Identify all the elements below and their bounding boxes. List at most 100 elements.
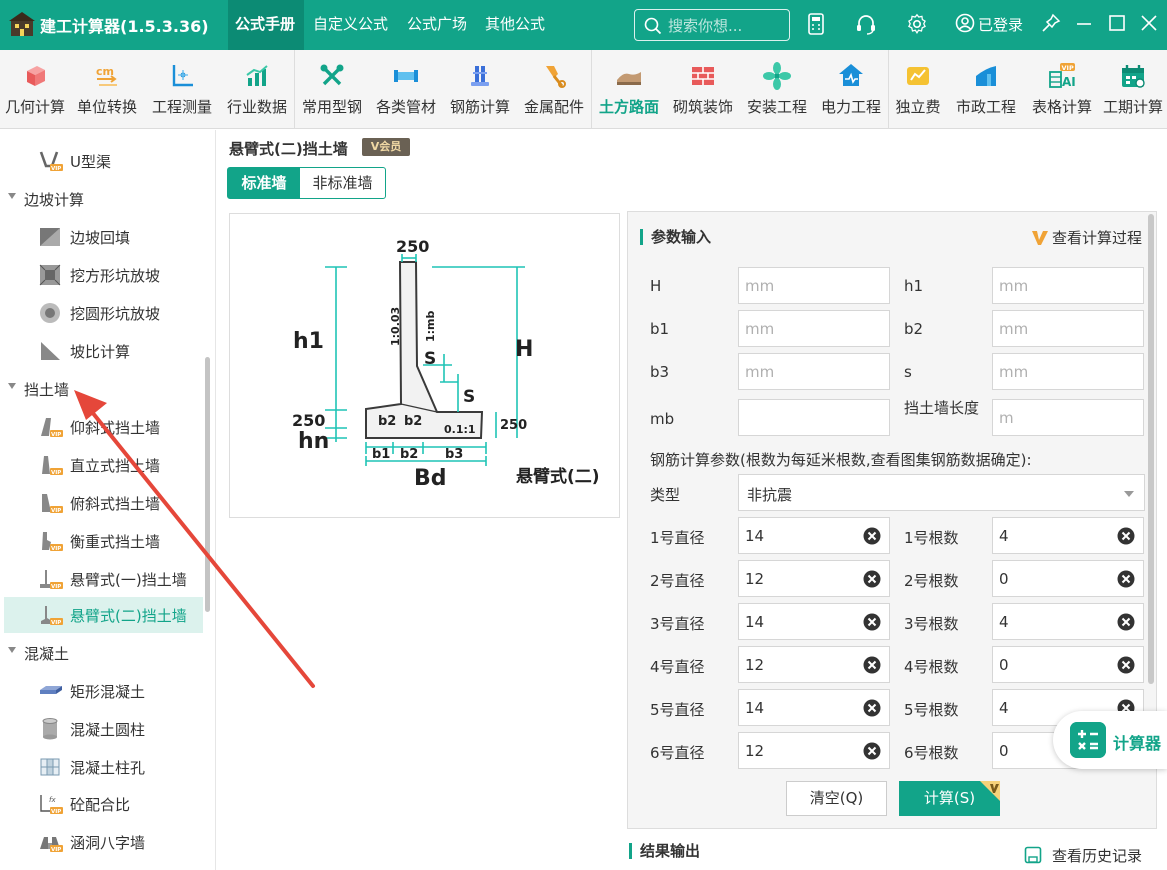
clear-input-icon[interactable] (1117, 570, 1135, 588)
clear-input-icon[interactable] (863, 656, 881, 674)
tool-label: 常用型钢 (301, 98, 362, 116)
dim-s1: S (424, 349, 436, 369)
tool-municipal[interactable]: 市政工程 (947, 50, 1025, 129)
sidebar-item-cantilever-wall-2[interactable]: VIP 悬臂式(二)挡土墙 (4, 597, 203, 633)
clear-button[interactable]: 清空(Q) (786, 781, 887, 816)
tab-formula-square[interactable]: 公式广场 (407, 13, 467, 34)
close-icon[interactable] (1140, 13, 1158, 33)
sidebar-item-u-channel[interactable]: VIP U型渠 (0, 143, 204, 179)
wall-vip-icon: VIP (40, 570, 63, 590)
search-input[interactable] (668, 15, 784, 36)
input-b3[interactable] (738, 353, 890, 390)
tool-label: 各类管材 (375, 98, 436, 116)
pin-icon[interactable] (1041, 13, 1061, 33)
sidebar-item-rect-concrete[interactable]: 矩形混凝土 (0, 673, 204, 709)
clear-input-icon[interactable] (1117, 527, 1135, 545)
user-icon (955, 13, 975, 33)
tool-independent-fee[interactable]: 独立费 (889, 50, 947, 129)
tool-industry-data[interactable]: 行业数据 (220, 50, 294, 129)
sidebar-item-slope-ratio[interactable]: 坡比计算 (0, 333, 204, 369)
wall-vip-icon: VIP (41, 418, 63, 438)
input-b2[interactable] (992, 310, 1144, 347)
maximize-icon[interactable] (1108, 13, 1126, 33)
label-mb: mb (650, 410, 675, 428)
pipe-icon (394, 70, 418, 82)
tool-unit-convert[interactable]: cm 单位转换 (70, 50, 144, 129)
sidebar-item-concrete-column-hole[interactable]: 混凝土柱孔 (0, 749, 204, 785)
clear-input-icon[interactable] (1117, 656, 1135, 674)
floating-calculator-button[interactable]: 计算器 (1053, 711, 1167, 769)
title-bar: 建工计算器(1.5.3.36) 公式手册 自定义公式 公式广场 其他公式 已登录 (0, 0, 1167, 50)
tool-survey[interactable]: 工程测量 (144, 50, 220, 129)
type-select[interactable]: 非抗震 (738, 474, 1145, 511)
tool-masonry[interactable]: 砌筑装饰 (666, 50, 740, 129)
dim-hn: hn (298, 429, 329, 454)
sidebar-item-concrete-cylinder[interactable]: 混凝土圆柱 (0, 711, 204, 747)
tool-table-calc[interactable]: VIP AI 表格计算 (1025, 50, 1099, 129)
tab-custom-formula[interactable]: 自定义公式 (313, 13, 388, 34)
tool-installation[interactable]: 安装工程 (740, 50, 814, 129)
sidebar-item-weight-balanced-wall[interactable]: VIP 衡重式挡土墙 (0, 523, 204, 559)
sidebar-cat-concrete[interactable]: 混凝土 (0, 635, 204, 671)
input-b1[interactable] (738, 310, 890, 347)
seg-standard-wall[interactable]: 标准墙 (228, 168, 300, 198)
tool-power[interactable]: 电力工程 (814, 50, 888, 129)
search-box[interactable] (634, 9, 790, 41)
seg-nonstandard-wall[interactable]: 非标准墙 (300, 168, 385, 198)
tool-steel[interactable]: 常用型钢 (295, 50, 369, 129)
login-status[interactable]: 已登录 (955, 13, 1023, 35)
tab-other-formula[interactable]: 其他公式 (485, 13, 545, 34)
diagram-caption: 悬臂式(二) (516, 466, 600, 487)
brick-wall-icon (692, 67, 714, 85)
sidebar-scrollbar[interactable] (205, 357, 210, 612)
clear-input-icon[interactable] (863, 527, 881, 545)
rebar-1-count-label: 1号根数 (904, 529, 959, 547)
clear-input-icon[interactable] (863, 570, 881, 588)
fan-icon (763, 62, 791, 90)
slope-ratio-icon (41, 342, 60, 360)
tool-earthwork-road[interactable]: 土方路面 (592, 50, 666, 129)
headset-icon[interactable] (855, 13, 877, 35)
tool-hardware[interactable]: 金属配件 (517, 50, 591, 129)
clear-input-icon[interactable] (863, 699, 881, 717)
input-H[interactable] (738, 267, 890, 304)
settings-gear-icon[interactable] (906, 13, 928, 35)
wall-vip-icon: VIP (42, 532, 63, 552)
tab-formula-manual[interactable]: 公式手册 (235, 13, 295, 34)
sidebar-item-round-pit[interactable]: 挖圆形坑放坡 (0, 295, 204, 331)
minimize-icon[interactable] (1075, 13, 1093, 33)
sidebar-item-cantilever-wall-1[interactable]: VIP 悬臂式(一)挡土墙 (0, 561, 204, 597)
tool-pipes[interactable]: 各类管材 (369, 50, 443, 129)
input-h1[interactable] (992, 267, 1144, 304)
view-history-link[interactable]: 查看历史记录 (1024, 845, 1142, 866)
input-s[interactable] (992, 353, 1144, 390)
tool-geometry[interactable]: 几何计算 (0, 50, 70, 129)
clear-input-icon[interactable] (863, 742, 881, 760)
caret-down-icon (8, 647, 16, 653)
sidebar-cat-slope[interactable]: 边坡计算 (0, 181, 204, 217)
input-wall-length[interactable] (992, 399, 1144, 436)
sidebar-cat-retaining-wall[interactable]: 挡土墙 (0, 371, 204, 407)
tool-rebar[interactable]: 钢筋计算 (443, 50, 517, 129)
tool-label: 市政工程 (955, 98, 1016, 116)
sidebar-item-inclined-back-wall[interactable]: VIP 仰斜式挡土墙 (0, 409, 204, 445)
tool-duration[interactable]: 工期计算 (1099, 50, 1167, 129)
search-icon (644, 17, 662, 35)
sidebar-item-inclined-front-wall[interactable]: VIP 俯斜式挡土墙 (0, 485, 204, 521)
clear-input-icon[interactable] (1117, 613, 1135, 631)
tool-label: 表格计算 (1031, 98, 1092, 116)
input-mb[interactable] (738, 399, 890, 436)
tool-label: 金属配件 (523, 98, 584, 116)
sidebar-item-slope-backfill[interactable]: 边坡回填 (0, 219, 204, 255)
clear-input-icon[interactable] (863, 613, 881, 631)
sidebar-item-square-pit[interactable]: 挖方形坑放坡 (0, 257, 204, 293)
view-calc-process-link[interactable]: 查看计算过程 (1031, 227, 1142, 248)
calculate-button[interactable]: 计算(S) (899, 781, 1000, 816)
calculator-icon[interactable] (807, 13, 825, 35)
sidebar-item-mix-ratio[interactable]: fx VIP 砼配合比 (0, 786, 204, 822)
label-H: H (650, 277, 662, 295)
sidebar-item-vertical-wall[interactable]: VIP 直立式挡土墙 (0, 447, 204, 483)
panel-scrollbar[interactable] (1148, 214, 1154, 684)
sidebar-item-culvert-wing-wall[interactable]: VIP 涵洞八字墙 (0, 824, 204, 860)
dim-b2a: b2 (378, 414, 396, 429)
